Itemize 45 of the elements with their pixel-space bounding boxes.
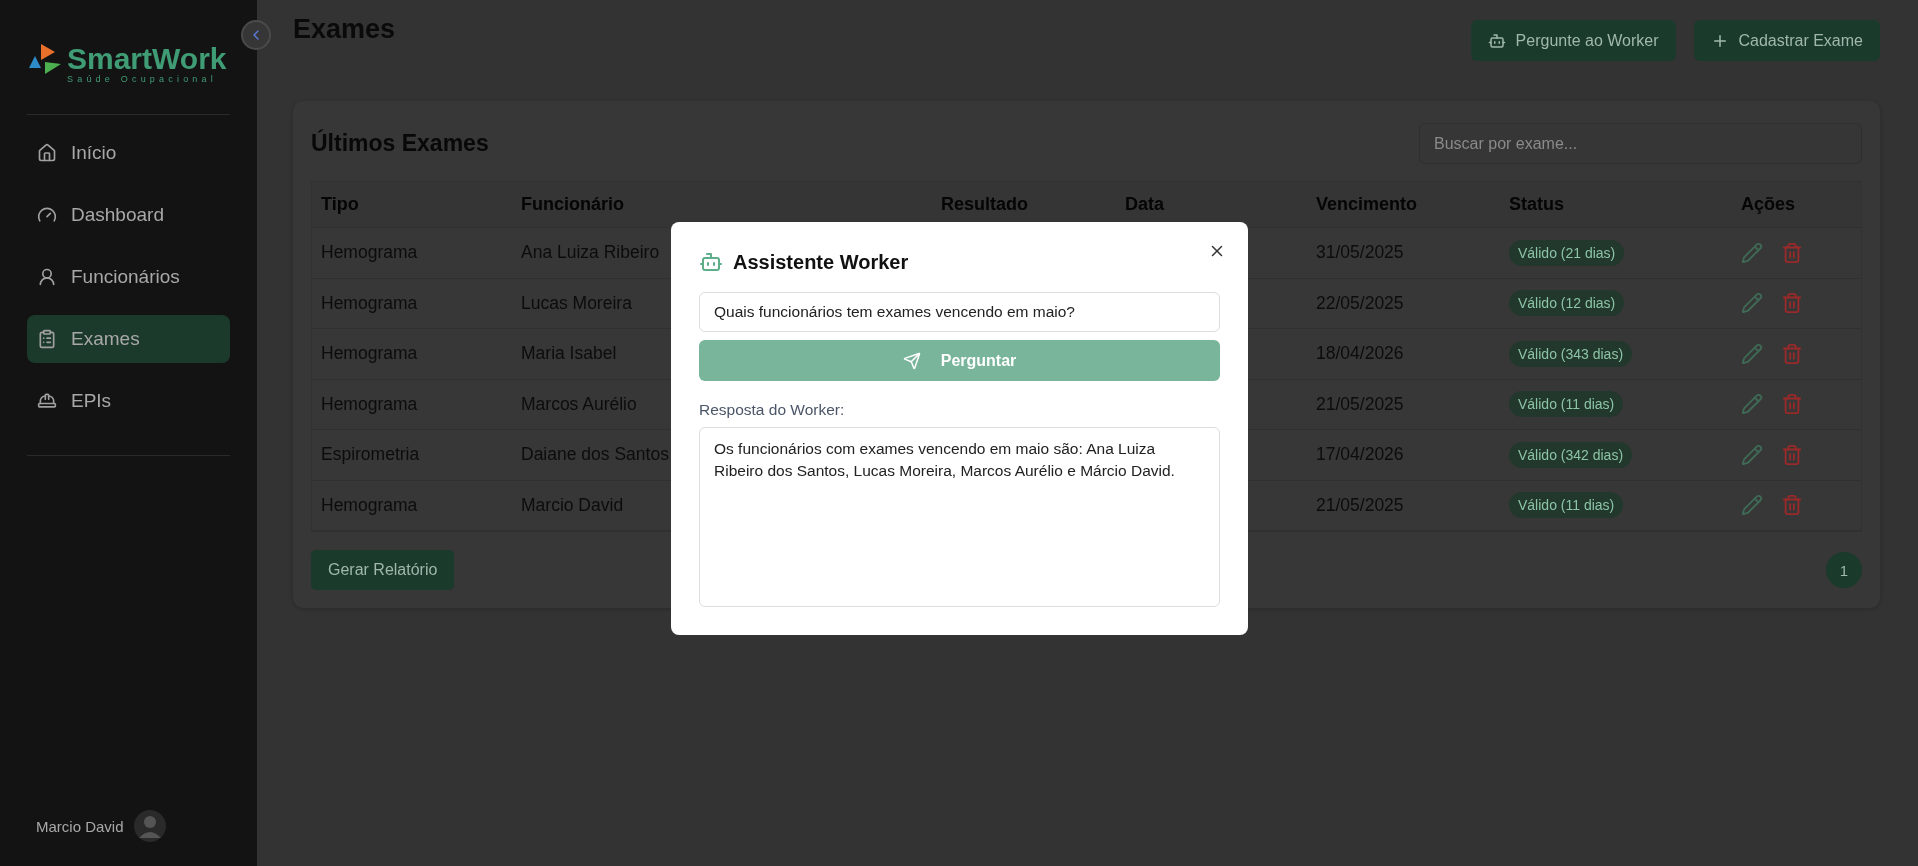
robot-icon [699,250,723,274]
edit-icon[interactable] [1741,292,1763,315]
dialog-title: Assistente Worker [733,250,909,274]
nav-item[interactable]: Exames [27,315,230,363]
question-field[interactable]: Quais funcionários tem exames vencendo em maio? [699,292,1220,332]
page-button[interactable]: 1 [1826,552,1862,588]
delete-icon[interactable] [1781,443,1803,466]
collapse-button[interactable] [241,20,271,50]
status-badge: Válido (12 dias) [1509,290,1625,317]
nav-item[interactable]: Dashboard [27,191,230,239]
status-badge: Válido (342 dias) [1509,441,1633,468]
add-button[interactable]: Cadastrar Exame [1693,20,1880,61]
status-badge: Válido (11 dias) [1509,391,1624,418]
send-icon [902,351,921,370]
logo-tagline: Saúde Ocupacional [67,74,218,84]
edit-icon[interactable] [1741,494,1763,517]
hard-hat-icon [37,391,57,411]
edit-icon[interactable] [1741,393,1763,416]
gauge-icon [37,205,57,225]
avatar[interactable] [133,810,166,842]
delete-icon[interactable] [1781,342,1803,365]
delete-icon[interactable] [1781,292,1803,315]
home-icon [37,143,57,163]
edit-icon[interactable] [1741,342,1763,365]
ask-worker-button[interactable]: Pergunte ao Worker [1470,20,1676,61]
clipboard-icon [37,329,57,349]
delete-icon[interactable] [1781,241,1803,264]
nav-item[interactable]: EPIs [27,377,230,425]
user-name: Marcio David [36,817,124,835]
robot-icon [1487,31,1506,50]
status-badge: Válido (21 dias) [1509,239,1625,266]
status-badge: Válido (11 dias) [1509,492,1624,519]
person-icon [37,267,57,287]
edit-icon[interactable] [1741,443,1763,466]
edit-icon[interactable] [1741,241,1763,264]
answer-label: Resposta do Worker: [699,401,846,419]
delete-icon[interactable] [1781,494,1803,517]
status-badge: Válido (343 dias) [1509,340,1633,367]
answer-box[interactable]: Os funcionários com exames vencendo em maio são: Ana Luiza Ribeiro dos Santos, Lucas Moreira, Marcos Aurélio e Márcio David. [699,427,1220,607]
nav-item[interactable]: Início [27,129,230,177]
nav-item[interactable]: Funcionários [27,253,230,301]
delete-icon[interactable] [1781,393,1803,416]
search-field[interactable]: Buscar por exame... [1419,123,1862,164]
logo-name: SmartWork [67,44,227,74]
report-button[interactable]: Gerar Relatório [311,550,455,590]
